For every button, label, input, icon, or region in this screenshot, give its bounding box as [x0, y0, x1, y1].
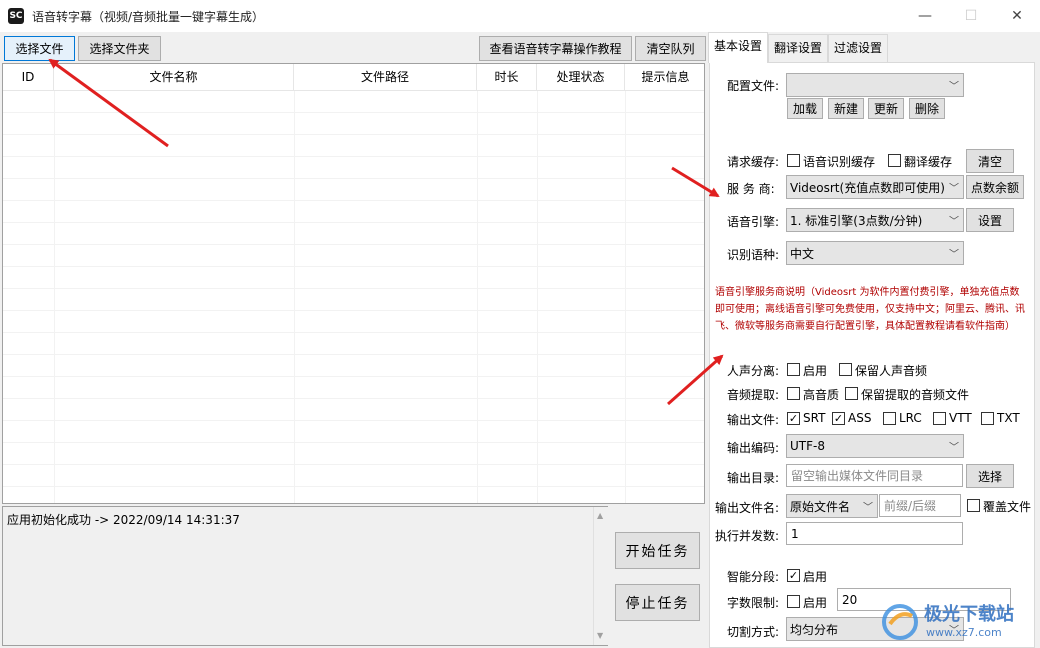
output-filename-select[interactable]: 原始文件名 ﹀	[786, 494, 878, 518]
update-config-button[interactable]: 更新	[868, 98, 904, 119]
column-header-filename[interactable]: 文件名称	[54, 64, 294, 90]
language-select[interactable]: 中文 ﹀	[786, 241, 964, 265]
chevron-down-icon: ﹀	[949, 183, 959, 195]
vocal-keep-checkbox[interactable]	[839, 363, 852, 376]
vocal-enable-checkbox[interactable]	[787, 363, 800, 376]
chevron-down-icon: ﹀	[949, 249, 959, 261]
select-folder-button[interactable]: 选择文件夹	[78, 36, 161, 61]
scroll-down-icon[interactable]: ▼	[597, 631, 603, 640]
chevron-down-icon: ﹀	[949, 442, 959, 454]
delete-config-button[interactable]: 删除	[909, 98, 945, 119]
title-bar: SC 语音转字幕（视频/音频批量一键字幕生成） — ☐ ✕	[0, 0, 1040, 32]
minimize-icon[interactable]: —	[902, 0, 948, 32]
app-logo-icon: SC	[8, 8, 24, 24]
column-header-duration[interactable]: 时长	[477, 64, 537, 90]
overwrite-checkbox[interactable]	[967, 499, 980, 512]
close-icon[interactable]: ✕	[994, 0, 1040, 32]
smart-segment-label: 智能分段:	[727, 570, 780, 584]
cache-translate-checkbox[interactable]	[888, 154, 901, 167]
watermark-logo-icon	[882, 604, 918, 640]
maximize-icon[interactable]: ☐	[948, 0, 994, 32]
chevron-down-icon: ﹀	[949, 216, 959, 228]
column-header-status[interactable]: 处理状态	[537, 64, 625, 90]
clear-queue-button[interactable]: 清空队列	[635, 36, 706, 61]
start-task-button[interactable]: 开始任务	[615, 532, 700, 569]
window-title: 语音转字幕（视频/音频批量一键字幕生成）	[32, 10, 265, 24]
format-srt-label: SRT	[803, 411, 826, 425]
format-txt-checkbox[interactable]	[981, 412, 994, 425]
engine-notice-text: 语音引擎服务商说明（Videosrt 为软件内置付费引擎，单独充值点数即可使用；…	[715, 287, 1025, 332]
log-output[interactable]: 应用初始化成功 -> 2022/09/14 14:31:37 ▲ ▼	[2, 506, 608, 646]
column-header-message[interactable]: 提示信息	[625, 64, 704, 90]
config-file-select[interactable]: ﹀	[786, 73, 964, 97]
tab-basic-settings[interactable]: 基本设置	[708, 32, 768, 63]
encoding-label: 输出编码:	[727, 441, 780, 455]
language-label: 识别语种:	[727, 248, 780, 262]
vocal-separation-label: 人声分离:	[727, 364, 780, 378]
format-vtt-label: VTT	[949, 411, 972, 425]
format-lrc-label: LRC	[899, 411, 922, 425]
filename-affix-input[interactable]: 前缀/后缀	[879, 494, 961, 517]
audio-keep-checkbox[interactable]	[845, 387, 858, 400]
engine-label: 语音引擎:	[727, 215, 780, 229]
char-limit-label: 字数限制:	[727, 596, 780, 610]
smart-segment-checkbox[interactable]: ✓	[787, 569, 800, 582]
config-file-label: 配置文件:	[727, 79, 780, 93]
format-vtt-checkbox[interactable]	[933, 412, 946, 425]
tab-translate-settings[interactable]: 翻译设置	[768, 34, 828, 62]
request-cache-label: 请求缓存:	[727, 155, 780, 169]
format-ass-checkbox[interactable]: ✓	[832, 412, 845, 425]
concurrency-input[interactable]: 1	[786, 522, 963, 545]
watermark-url: www.xz7.com	[926, 626, 1002, 639]
chevron-down-icon: ﹀	[949, 81, 959, 93]
provider-label: 服 务 商:	[727, 182, 775, 196]
scroll-up-icon[interactable]: ▲	[597, 511, 603, 520]
balance-button[interactable]: 点数余额	[966, 175, 1024, 199]
overwrite-label: 覆盖文件	[983, 500, 1032, 514]
format-txt-label: TXT	[997, 411, 1020, 425]
column-header-filepath[interactable]: 文件路径	[294, 64, 477, 90]
format-srt-checkbox[interactable]: ✓	[787, 412, 800, 425]
watermark-brand: 极光下载站	[924, 604, 1014, 625]
stop-task-button[interactable]: 停止任务	[615, 584, 700, 621]
engine-settings-button[interactable]: 设置	[966, 208, 1014, 232]
tab-filter-settings[interactable]: 过滤设置	[828, 34, 888, 62]
provider-select[interactable]: Videosrt(充值点数即可使用) ﹀	[786, 175, 964, 199]
audio-keep-label: 保留提取的音频文件	[861, 388, 970, 402]
choose-output-dir-button[interactable]: 选择	[966, 464, 1014, 488]
column-header-id[interactable]: ID	[3, 64, 54, 90]
output-dir-label: 输出目录:	[727, 471, 780, 485]
cache-asr-checkbox[interactable]	[787, 154, 800, 167]
load-config-button[interactable]: 加载	[787, 98, 823, 119]
encoding-select[interactable]: UTF-8 ﹀	[786, 434, 964, 458]
output-dir-input[interactable]: 留空输出媒体文件同目录	[786, 464, 963, 487]
audio-hq-checkbox[interactable]	[787, 387, 800, 400]
clear-cache-button[interactable]: 清空	[966, 149, 1014, 173]
watermark: 极光下载站 www.xz7.com	[880, 598, 1040, 648]
engine-select[interactable]: 1. 标准引擎(3点数/分钟) ﹀	[786, 208, 964, 232]
select-file-button[interactable]: 选择文件	[4, 36, 75, 61]
char-limit-enable-label: 启用	[803, 596, 828, 610]
new-config-button[interactable]: 新建	[828, 98, 864, 119]
vocal-keep-label: 保留人声音频	[855, 364, 928, 378]
audio-extract-label: 音频提取:	[727, 388, 780, 402]
log-line: 应用初始化成功 -> 2022/09/14 14:31:37	[7, 513, 240, 527]
output-files-label: 输出文件:	[727, 413, 780, 427]
audio-hq-label: 高音质	[803, 388, 840, 402]
output-filename-label: 输出文件名:	[715, 501, 780, 515]
smart-segment-enable-label: 启用	[803, 570, 828, 584]
chevron-down-icon: ﹀	[863, 502, 873, 514]
file-table[interactable]: ID 文件名称 文件路径 时长 处理状态 提示信息	[2, 63, 705, 504]
concurrency-label: 执行并发数:	[715, 529, 780, 543]
split-mode-label: 切割方式:	[727, 625, 780, 639]
tutorial-button[interactable]: 查看语音转字幕操作教程	[479, 36, 632, 61]
log-scrollbar[interactable]: ▲ ▼	[593, 507, 608, 645]
format-ass-label: ASS	[848, 411, 872, 425]
cache-translate-label: 翻译缓存	[904, 155, 953, 169]
char-limit-checkbox[interactable]	[787, 595, 800, 608]
cache-asr-label: 语音识别缓存	[803, 155, 876, 169]
format-lrc-checkbox[interactable]	[883, 412, 896, 425]
vocal-enable-label: 启用	[803, 364, 828, 378]
